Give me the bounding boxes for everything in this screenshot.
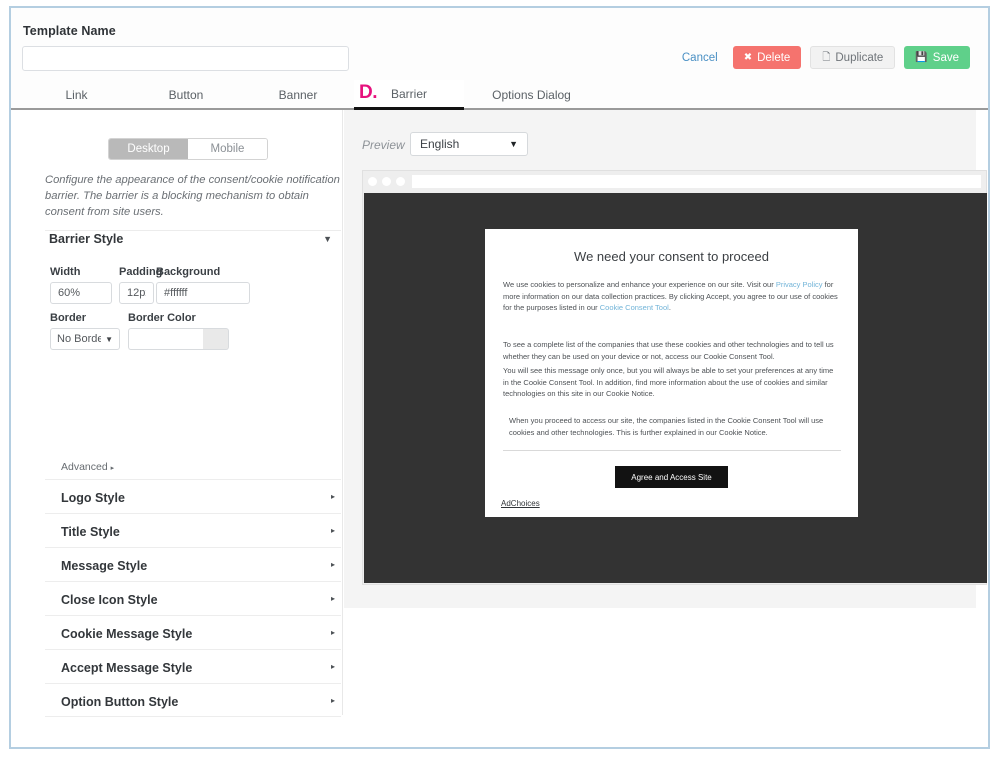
sidebar-description: Configure the appearance of the consent/… bbox=[45, 174, 340, 219]
accordion-accept-message-style[interactable]: Accept Message Style ▸ bbox=[45, 649, 341, 683]
accordion-cookie-message-style[interactable]: Cookie Message Style ▸ bbox=[45, 615, 341, 649]
advanced-label: Advanced bbox=[61, 461, 108, 473]
border-label: Border bbox=[50, 312, 87, 324]
width-label: Width bbox=[50, 266, 81, 278]
accordion-title-style[interactable]: Title Style ▸ bbox=[45, 513, 341, 547]
chevron-right-icon: ▸ bbox=[330, 560, 335, 569]
tab-bar: Link Button Banner Barrier Options Dialo… bbox=[11, 80, 988, 110]
barrier-overlay-stage: We need your consent to proceed We use c… bbox=[364, 193, 987, 583]
chevron-right-icon: ▸ bbox=[110, 465, 115, 472]
width-input[interactable] bbox=[50, 282, 112, 304]
chevron-down-icon[interactable]: ▼ bbox=[323, 234, 332, 244]
consent-p1-part-c: . bbox=[668, 303, 671, 313]
device-toggle[interactable]: Desktop Mobile bbox=[108, 138, 268, 160]
app-window: Template Name Cancel ✖ Delete 🗋 Duplicat… bbox=[9, 6, 990, 749]
preview-panel: Preview English ▼ We need your consent t… bbox=[344, 110, 987, 608]
border-color-input[interactable] bbox=[128, 328, 203, 350]
consent-divider bbox=[503, 450, 841, 451]
consent-paragraph-2: To see a complete list of the companies … bbox=[503, 340, 834, 361]
privacy-policy-link[interactable]: Privacy Policy bbox=[776, 280, 823, 289]
tab-options-dialog[interactable]: Options Dialog bbox=[464, 80, 599, 110]
accordion-message-style[interactable]: Message Style ▸ bbox=[45, 547, 341, 581]
window-dot-icon bbox=[396, 177, 405, 186]
language-select-value: English bbox=[420, 137, 460, 151]
accordion-label: Message Style bbox=[61, 559, 148, 573]
device-option-desktop[interactable]: Desktop bbox=[109, 139, 188, 159]
annotation-marker-d: D. bbox=[359, 82, 378, 103]
cookie-consent-tool-link[interactable]: Cookie Consent Tool bbox=[600, 303, 669, 312]
divider bbox=[45, 230, 341, 231]
window-dot-icon bbox=[368, 177, 377, 186]
tab-banner[interactable]: Banner bbox=[242, 80, 354, 110]
chevron-right-icon: ▸ bbox=[330, 696, 335, 705]
advanced-toggle[interactable]: Advanced ▸ bbox=[61, 461, 114, 473]
accordion-label: Accept Message Style bbox=[61, 661, 193, 675]
chevron-right-icon: ▸ bbox=[330, 594, 335, 603]
section-title-barrier-style: Barrier Style bbox=[49, 232, 124, 246]
floppy-disk-icon: 💾 bbox=[915, 51, 928, 63]
cancel-button[interactable]: Cancel bbox=[676, 46, 724, 69]
device-option-mobile[interactable]: Mobile bbox=[188, 139, 267, 159]
delete-button[interactable]: ✖ Delete bbox=[732, 46, 802, 69]
save-button-label: Save bbox=[932, 51, 959, 64]
chevron-down-icon: ▼ bbox=[105, 334, 113, 344]
settings-sidebar: Desktop Mobile Configure the appearance … bbox=[23, 110, 343, 717]
tab-link[interactable]: Link bbox=[23, 80, 130, 110]
background-label: Background bbox=[156, 266, 221, 278]
consent-p1-part-a: We use cookies to personalize and enhanc… bbox=[503, 280, 776, 289]
template-name-input[interactable] bbox=[22, 46, 349, 71]
save-button[interactable]: 💾 Save bbox=[904, 46, 970, 69]
consent-paragraph-1: We use cookies to personalize and enhanc… bbox=[503, 279, 841, 314]
body-area: Desktop Mobile Configure the appearance … bbox=[11, 110, 988, 719]
browser-url-bar bbox=[412, 175, 981, 188]
chevron-right-icon: ▸ bbox=[330, 628, 335, 637]
delete-button-label: Delete bbox=[757, 51, 791, 64]
language-select[interactable]: English ▼ bbox=[410, 132, 528, 156]
border-select[interactable]: No Border ▼ bbox=[50, 328, 120, 350]
accordion-option-button-style[interactable]: Option Button Style ▸ bbox=[45, 683, 341, 717]
tab-button[interactable]: Button bbox=[130, 80, 242, 110]
border-color-swatch[interactable] bbox=[203, 328, 229, 350]
browser-mockup: We need your consent to proceed We use c… bbox=[362, 170, 987, 585]
accordion-logo-style[interactable]: Logo Style ▸ bbox=[45, 479, 341, 513]
agree-and-access-site-button[interactable]: Agree and Access Site bbox=[615, 466, 728, 488]
page-header: Template Name Cancel ✖ Delete 🗋 Duplicat… bbox=[11, 8, 988, 80]
template-name-label: Template Name bbox=[23, 24, 116, 38]
background-color-swatch[interactable] bbox=[228, 282, 250, 304]
accordion-label: Logo Style bbox=[61, 491, 125, 505]
close-x-icon: ✖ bbox=[743, 51, 753, 63]
accordion-label: Title Style bbox=[61, 525, 120, 539]
background-color-input[interactable] bbox=[156, 282, 228, 304]
padding-input[interactable] bbox=[119, 282, 154, 304]
preview-label: Preview bbox=[362, 138, 405, 152]
chevron-right-icon: ▸ bbox=[330, 492, 335, 501]
chevron-right-icon: ▸ bbox=[330, 526, 335, 535]
border-color-label: Border Color bbox=[128, 312, 196, 324]
accordion-close-icon-style[interactable]: Close Icon Style ▸ bbox=[45, 581, 341, 615]
chevron-down-icon: ▼ bbox=[509, 139, 518, 149]
adchoices-link[interactable]: AdChoices bbox=[501, 499, 540, 508]
accordion-label: Close Icon Style bbox=[61, 593, 158, 607]
consent-dialog: We need your consent to proceed We use c… bbox=[485, 229, 858, 517]
duplicate-button[interactable]: 🗋 Duplicate bbox=[810, 46, 896, 69]
copy-icon: 🗋 bbox=[822, 51, 831, 63]
consent-paragraph-4: When you proceed to access our site, the… bbox=[509, 416, 824, 437]
browser-titlebar bbox=[363, 171, 986, 192]
window-dot-icon bbox=[382, 177, 391, 186]
consent-paragraph-3: You will see this message only once, but… bbox=[503, 366, 834, 399]
border-select-value: No Border bbox=[57, 333, 102, 345]
header-actions: Cancel ✖ Delete 🗋 Duplicate 💾 Save bbox=[676, 46, 970, 69]
consent-dialog-title: We need your consent to proceed bbox=[574, 249, 769, 264]
chevron-right-icon: ▸ bbox=[330, 662, 335, 671]
duplicate-button-label: Duplicate bbox=[835, 51, 884, 64]
accordion-label: Cookie Message Style bbox=[61, 627, 193, 641]
accordion-label: Option Button Style bbox=[61, 695, 179, 709]
